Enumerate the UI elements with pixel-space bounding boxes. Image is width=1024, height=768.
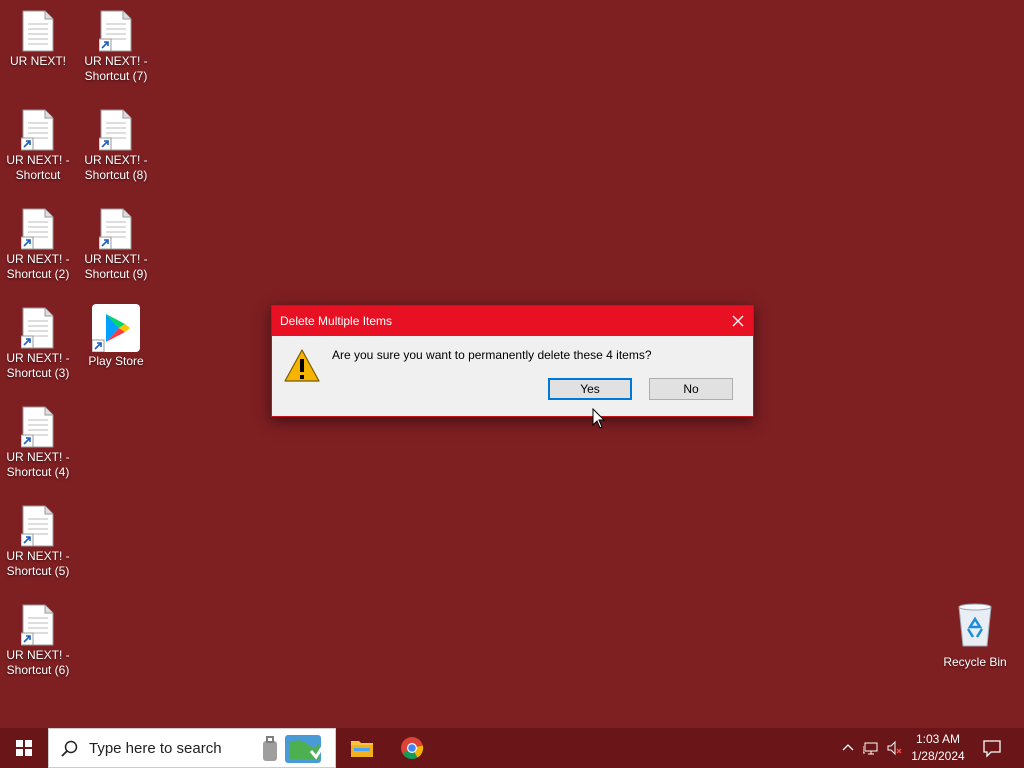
shortcut-document-icon [20, 208, 55, 250]
desktop-icon-shortcut[interactable]: UR NEXT! - Shortcut [0, 109, 76, 183]
recycle-bin-icon [955, 603, 995, 647]
desktop-icon-shortcut-9[interactable]: UR NEXT! - Shortcut (9) [78, 208, 154, 282]
desktop-icon-play-store[interactable]: Play Store [78, 304, 154, 369]
close-icon[interactable] [723, 306, 753, 336]
shortcut-document-icon [98, 10, 133, 52]
clock-date: 1/28/2024 [911, 749, 965, 763]
desktop-icon-label: UR NEXT! - Shortcut (4) [6, 450, 70, 479]
no-button[interactable]: No [649, 378, 733, 400]
search-highlight-icon [259, 733, 329, 765]
windows-logo-icon [16, 740, 32, 756]
search-placeholder: Type here to search [89, 740, 222, 757]
taskbar: Type here to search 1:03 AM 1/28/2024 [0, 728, 1024, 768]
yes-button[interactable]: Yes [548, 378, 632, 400]
desktop-icon-label: UR NEXT! - Shortcut (5) [6, 549, 70, 578]
desktop-icon-label: UR NEXT! - Shortcut (8) [84, 153, 148, 182]
shortcut-document-icon [20, 109, 55, 151]
shortcut-document-icon [98, 208, 133, 250]
desktop-icon-label: UR NEXT! - Shortcut (3) [6, 351, 70, 380]
desktop-icon-shortcut-3[interactable]: UR NEXT! - Shortcut (3) [0, 307, 76, 381]
desktop-icon-shortcut-6[interactable]: UR NEXT! - Shortcut (6) [0, 604, 76, 678]
taskbar-search-box[interactable]: Type here to search [48, 728, 336, 768]
taskbar-clock[interactable]: 1:03 AM 1/28/2024 [905, 731, 971, 765]
document-icon [21, 10, 55, 52]
desktop-icon-label: Play Store [88, 354, 144, 368]
network-icon[interactable] [862, 740, 879, 756]
desktop-icon-label: UR NEXT! - Shortcut (7) [84, 54, 148, 83]
volume-muted-icon[interactable] [886, 740, 902, 756]
chevron-up-icon[interactable] [840, 740, 856, 756]
file-explorer-icon [351, 741, 373, 757]
notification-center-icon[interactable] [980, 736, 1004, 760]
search-icon [61, 740, 79, 758]
delete-confirmation-dialog: Delete Multiple Items Are you sure you w… [271, 305, 754, 417]
play-store-icon [91, 304, 140, 353]
desktop-icon-label: UR NEXT! - Shortcut (2) [6, 252, 70, 281]
desktop-icon-label: UR NEXT! - Shortcut [6, 153, 70, 182]
chrome-button[interactable] [388, 728, 436, 768]
dialog-titlebar[interactable]: Delete Multiple Items [272, 306, 753, 336]
shortcut-document-icon [20, 307, 55, 349]
start-button[interactable] [0, 728, 48, 768]
shortcut-document-icon [20, 505, 55, 547]
dialog-message: Are you sure you want to permanently del… [332, 348, 652, 362]
mouse-cursor-icon [592, 407, 606, 430]
desktop-icon-shortcut-8[interactable]: UR NEXT! - Shortcut (8) [78, 109, 154, 183]
desktop-icon-recycle-bin[interactable]: Recycle Bin [938, 603, 1012, 669]
warning-icon [283, 348, 321, 384]
shortcut-document-icon [20, 604, 55, 646]
desktop-icon-label: Recycle Bin [943, 655, 1007, 669]
desktop-icon-shortcut-5[interactable]: UR NEXT! - Shortcut (5) [0, 505, 76, 579]
dialog-title: Delete Multiple Items [280, 314, 393, 328]
desktop-icon-label: UR NEXT! - Shortcut (6) [6, 648, 70, 677]
desktop-icon-shortcut-2[interactable]: UR NEXT! - Shortcut (2) [0, 208, 76, 282]
desktop-icon-label: UR NEXT! [9, 54, 66, 68]
desktop-icon-label: UR NEXT! - Shortcut (9) [84, 252, 148, 281]
desktop-icon-ur-next[interactable]: UR NEXT! [0, 10, 76, 69]
chrome-icon [401, 737, 424, 759]
desktop-icon-shortcut-4[interactable]: UR NEXT! - Shortcut (4) [0, 406, 76, 480]
desktop-icon-shortcut-7[interactable]: UR NEXT! - Shortcut (7) [78, 10, 154, 84]
file-explorer-button[interactable] [338, 728, 386, 768]
shortcut-document-icon [98, 109, 133, 151]
clock-time: 1:03 AM [915, 732, 961, 746]
shortcut-document-icon [20, 406, 55, 448]
